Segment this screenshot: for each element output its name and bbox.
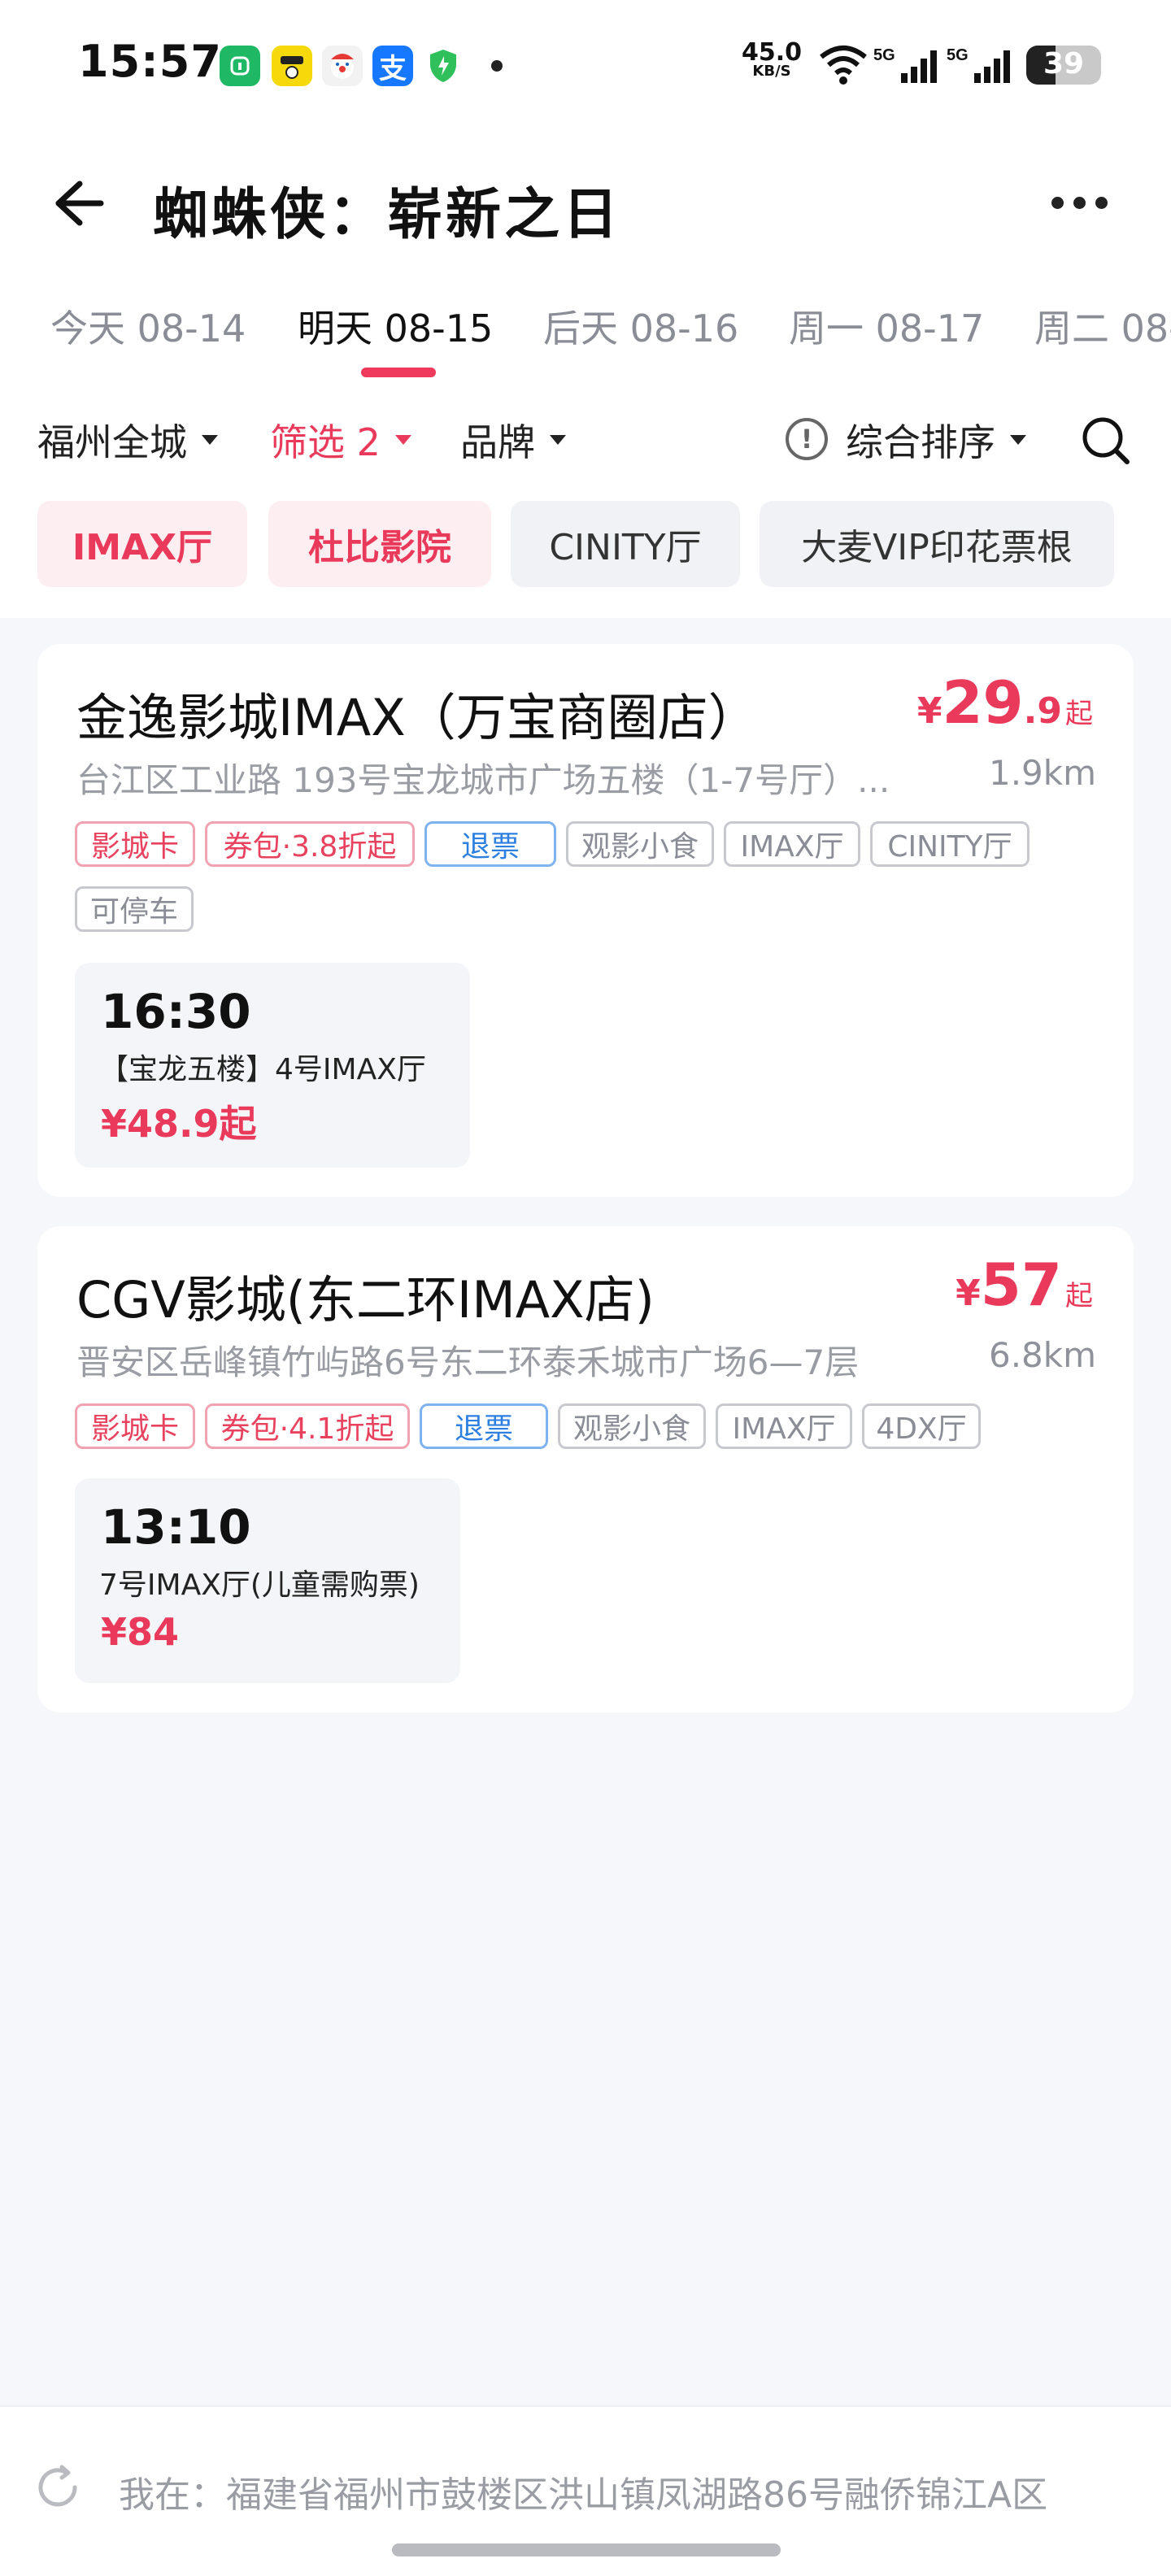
more-options-icon[interactable]: [1043, 182, 1116, 223]
network-speed: 45.0 KB/S: [742, 38, 803, 80]
screen-filter[interactable]: 筛选 2: [270, 413, 411, 467]
tag-coupon: 券包·3.8折起: [205, 821, 415, 867]
current-location-text: 我在：福建省福州市鼓楼区洪山镇凤湖路86号融侨锦江A区: [119, 2474, 1048, 2516]
alipay-icon: 支: [372, 46, 413, 86]
brand-filter[interactable]: 品牌: [460, 413, 566, 467]
mi-home-icon: [220, 46, 260, 86]
showtime-time: 13:10: [101, 1499, 251, 1555]
info-icon[interactable]: !: [786, 418, 828, 460]
location-bar[interactable]: 我在：福建省福州市鼓楼区洪山镇凤湖路86号融侨锦江A区: [0, 2405, 1171, 2576]
showtime-card[interactable]: 16:30 【宝龙五楼】4号IMAX厅 ¥48.9起: [75, 963, 470, 1168]
cinema-address: 晋安区岳峰镇竹屿路6号东二环泰禾城市广场6—7层: [76, 1342, 860, 1382]
tag-snacks: 观影小食: [558, 1403, 706, 1449]
tag-parking: 可停车: [75, 886, 194, 932]
caret-down-icon: [550, 435, 566, 445]
showtime-time: 16:30: [101, 984, 251, 1039]
status-bar: 15:57 支 45.0 KB/S 5G 5G 39: [0, 0, 1171, 130]
signal-5g-icon-2: 5G: [947, 46, 1010, 83]
showtime-card[interactable]: 13:10 7号IMAX厅(儿童需购票) ¥84: [75, 1478, 460, 1683]
cinema-min-price: ¥57 起: [956, 1251, 1093, 1319]
chip-cinity[interactable]: CINITY厅: [511, 501, 740, 587]
clown-app-icon: [322, 46, 363, 86]
tag-cinema-card: 影城卡: [75, 821, 195, 867]
wifi-icon: [820, 46, 867, 85]
battery-icon: 39: [1026, 46, 1101, 85]
cinema-card[interactable]: 金逸影城IMAX（万宝商圈店） ¥29.9 起 台江区工业路 193号宝龙城市广场…: [37, 644, 1134, 1197]
date-tab-monday[interactable]: 周一 08-17: [789, 299, 984, 353]
caret-down-icon: [202, 435, 218, 445]
svg-text:5G: 5G: [947, 46, 969, 64]
date-tab-today[interactable]: 今天 08-14: [50, 299, 246, 353]
city-filter[interactable]: 福州全城: [37, 413, 218, 467]
chip-imax[interactable]: IMAX厅: [37, 501, 247, 587]
tag-coupon: 券包·4.1折起: [205, 1403, 410, 1449]
cinema-distance: 6.8km: [988, 1335, 1096, 1375]
cinema-distance: 1.9km: [988, 753, 1096, 793]
cinema-min-price: ¥29.9 起: [916, 668, 1093, 737]
tag-refund: 退票: [424, 821, 556, 867]
chip-vip-stub[interactable]: 大麦VIP印花票根: [760, 501, 1114, 587]
cinema-card[interactable]: CGV影城(东二环IMAX店) ¥57 起 晋安区岳峰镇竹屿路6号东二环泰禾城市广…: [37, 1226, 1134, 1712]
city-filter-label: 福州全城: [37, 420, 187, 464]
showtime-hall: 【宝龙五楼】4号IMAX厅: [99, 1053, 426, 1086]
cinema-name: CGV影城(东二环IMAX店): [76, 1270, 655, 1329]
tag-cinity: CINITY厅: [870, 821, 1030, 867]
tag-imax: IMAX厅: [724, 821, 860, 867]
active-tab-indicator: [361, 368, 436, 377]
home-indicator[interactable]: [392, 2543, 781, 2556]
search-icon[interactable]: [1078, 413, 1132, 467]
shield-icon: [423, 46, 464, 86]
sort-filter[interactable]: 综合排序: [846, 413, 1026, 467]
tag-cinema-card: 影城卡: [75, 1403, 195, 1449]
showtime-hall: 7号IMAX厅(儿童需购票): [99, 1569, 420, 1602]
chip-dolby[interactable]: 杜比影院: [268, 501, 491, 587]
brand-filter-label: 品牌: [460, 420, 535, 464]
sort-filter-label: 综合排序: [846, 420, 995, 464]
refresh-location-icon[interactable]: [34, 2464, 81, 2511]
date-tab-tuesday[interactable]: 周二 08-18: [1034, 299, 1171, 353]
showtime-price: ¥48.9起: [101, 1102, 257, 1146]
app-yellow-icon: [272, 46, 312, 86]
page-title: 蜘蛛侠：崭新之日: [153, 183, 622, 247]
cinema-name: 金逸影城IMAX（万宝商圈店）: [76, 688, 759, 747]
status-time: 15:57: [78, 36, 222, 87]
cinema-address: 台江区工业路 193号宝龙城市广场五楼（1-7号厅）...: [76, 760, 890, 800]
tag-4dx: 4DX厅: [862, 1403, 981, 1449]
showtime-price: ¥84: [101, 1610, 180, 1654]
date-tab-tomorrow[interactable]: 明天 08-15: [298, 299, 493, 353]
tag-refund: 退票: [420, 1403, 548, 1449]
signal-5g-icon: 5G: [873, 46, 937, 83]
tag-imax: IMAX厅: [716, 1403, 852, 1449]
date-tab-day-after[interactable]: 后天 08-16: [543, 299, 738, 353]
svg-text:5G: 5G: [873, 46, 895, 64]
screen-filter-label: 筛选 2: [270, 420, 381, 464]
tag-snacks: 观影小食: [566, 821, 714, 867]
notification-dot: [491, 60, 503, 72]
caret-down-icon: [1010, 435, 1026, 445]
caret-down-icon: [394, 435, 411, 445]
back-arrow-icon[interactable]: [47, 174, 106, 233]
